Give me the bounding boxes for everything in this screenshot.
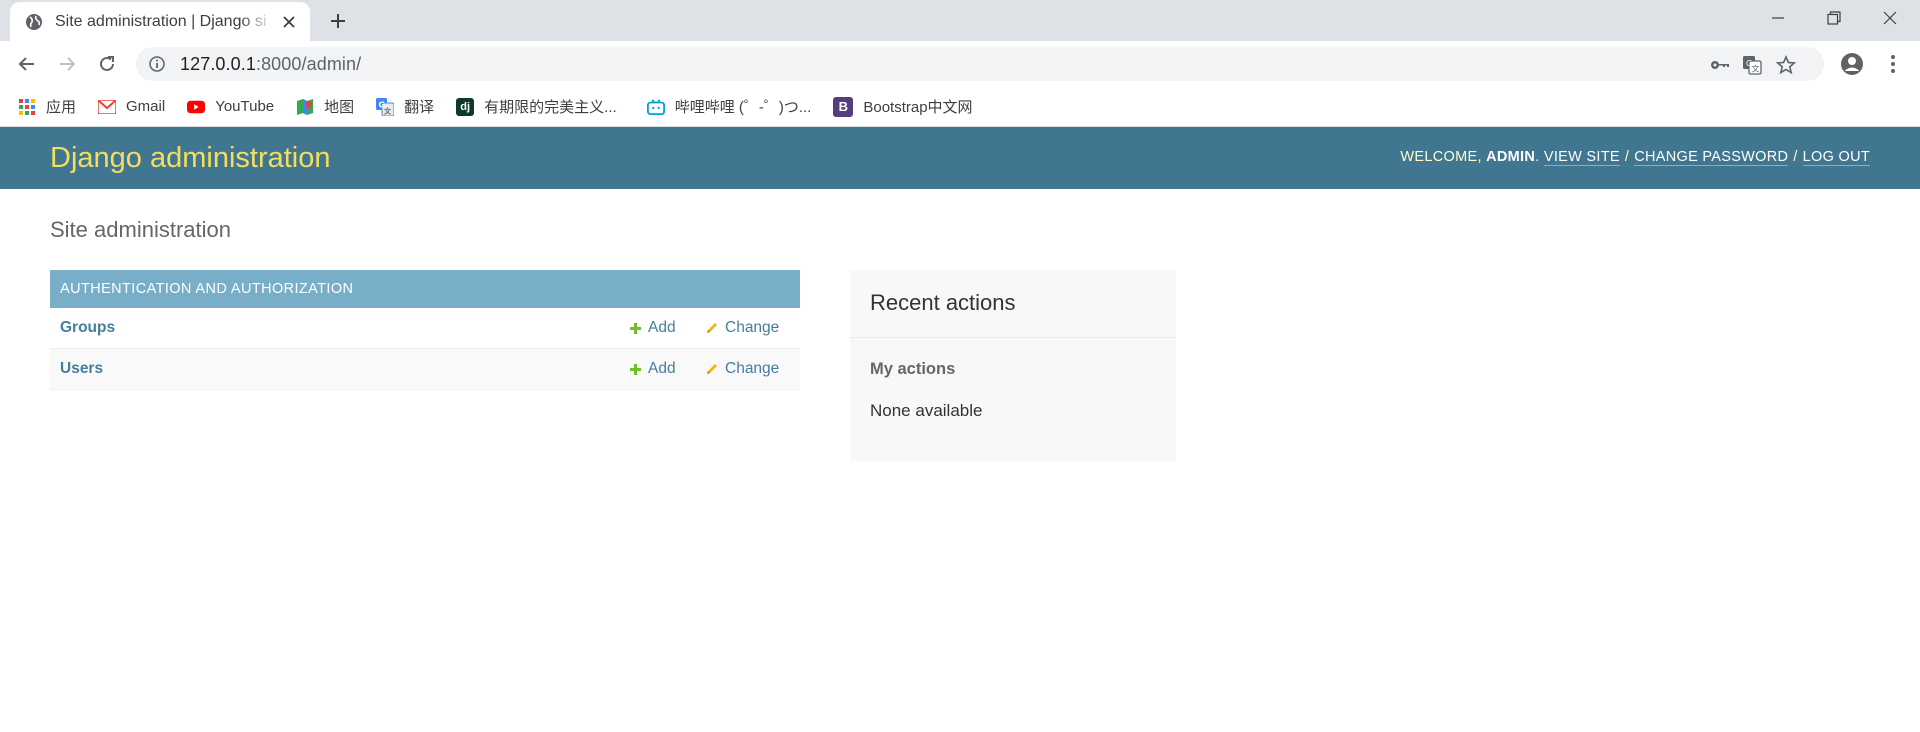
add-users-link[interactable]: Add (628, 360, 676, 378)
forward-arrow-icon[interactable] (53, 50, 81, 78)
menu-kebab-icon[interactable] (1879, 50, 1907, 78)
close-window-icon[interactable] (1862, 0, 1918, 36)
username: ADMIN (1486, 149, 1536, 165)
svg-text:文: 文 (1752, 64, 1760, 74)
recent-actions-panel: Recent actions My actions None available (850, 270, 1176, 461)
apps-grid-icon (18, 98, 36, 116)
model-link-users[interactable]: Users (60, 360, 103, 378)
change-groups-link[interactable]: Change (705, 319, 779, 337)
change-password-link[interactable]: CHANGE PASSWORD (1634, 149, 1789, 166)
bookmark-django-blog[interactable]: dj 有期限的完美主义... (456, 96, 617, 117)
add-groups-link[interactable]: Add (628, 319, 676, 337)
bilibili-icon (646, 98, 665, 116)
restore-icon[interactable] (1806, 0, 1862, 36)
new-tab-icon[interactable] (326, 9, 350, 33)
minimize-icon[interactable] (1750, 0, 1806, 36)
module-caption[interactable]: Authentication and Authorization (50, 270, 800, 308)
divider (850, 337, 1176, 338)
pencil-icon (705, 362, 719, 376)
browser-tabstrip: Site administration | Django si (0, 0, 1920, 41)
pencil-icon (705, 321, 719, 335)
bookmark-translate[interactable]: G文 翻译 (376, 96, 434, 117)
browser-tab[interactable]: Site administration | Django si (10, 2, 310, 41)
globe-icon (24, 12, 44, 32)
reload-icon[interactable] (93, 50, 121, 78)
welcome-text: WELCOME, (1400, 149, 1482, 165)
bookmark-bootstrap[interactable]: B Bootstrap中文网 (833, 96, 973, 117)
dj-icon: dj (456, 97, 475, 116)
plus-icon (628, 321, 642, 335)
admin-header: Django administration WELCOME, ADMIN. VI… (0, 127, 1920, 189)
my-actions-heading: My actions (870, 360, 956, 378)
page-title: Site administration (50, 217, 231, 242)
bookmark-gmail[interactable]: Gmail (98, 98, 165, 116)
bootstrap-icon: B (833, 96, 854, 117)
model-link-groups[interactable]: Groups (60, 319, 115, 337)
close-tab-icon[interactable] (280, 13, 298, 31)
translate-page-icon[interactable]: G文 (1742, 55, 1762, 75)
bookmark-apps[interactable]: 应用 (18, 96, 76, 117)
empty-actions-text: None available (870, 401, 983, 420)
tab-title: Site administration | Django si (55, 12, 267, 30)
star-bookmark-icon[interactable] (1776, 55, 1796, 75)
table-row: Groups Add Change (50, 308, 800, 349)
address-bar[interactable]: 127.0.0.1:8000/admin/ G文 (136, 47, 1824, 81)
maps-icon (296, 98, 314, 116)
table-row: Users Add Change (50, 349, 800, 390)
youtube-icon (187, 98, 206, 116)
bookmark-maps[interactable]: 地图 (296, 96, 354, 117)
recent-actions-title: Recent actions (870, 290, 1016, 315)
app-module-auth: Authentication and Authorization Groups … (50, 270, 800, 390)
view-site-link[interactable]: VIEW SITE (1543, 149, 1620, 166)
bookmark-youtube[interactable]: YouTube (187, 98, 274, 116)
bookmarks-bar: 应用 Gmail YouTube 地图 G文 翻译 dj 有期限的完美主义...… (0, 87, 1920, 127)
gmail-icon (98, 98, 117, 116)
site-branding[interactable]: Django administration (50, 142, 330, 175)
user-tools: WELCOME, ADMIN. VIEW SITE / CHANGE PASSWOR… (1400, 149, 1870, 166)
bookmark-bilibili[interactable]: 哔哩哔哩 (゜-゜)つ... (646, 96, 811, 117)
svg-text:文: 文 (384, 106, 392, 115)
profile-avatar-icon[interactable] (1838, 50, 1866, 78)
url-text: 127.0.0.1:8000/admin/ (180, 53, 362, 74)
change-users-link[interactable]: Change (705, 360, 779, 378)
site-info-icon[interactable] (148, 55, 166, 73)
key-icon[interactable] (1710, 55, 1730, 75)
back-arrow-icon[interactable] (13, 50, 41, 78)
log-out-link[interactable]: LOG OUT (1802, 149, 1870, 166)
browser-toolbar: 127.0.0.1:8000/admin/ G文 (0, 41, 1920, 87)
plus-icon (628, 362, 642, 376)
translate-icon: G文 (376, 97, 395, 116)
